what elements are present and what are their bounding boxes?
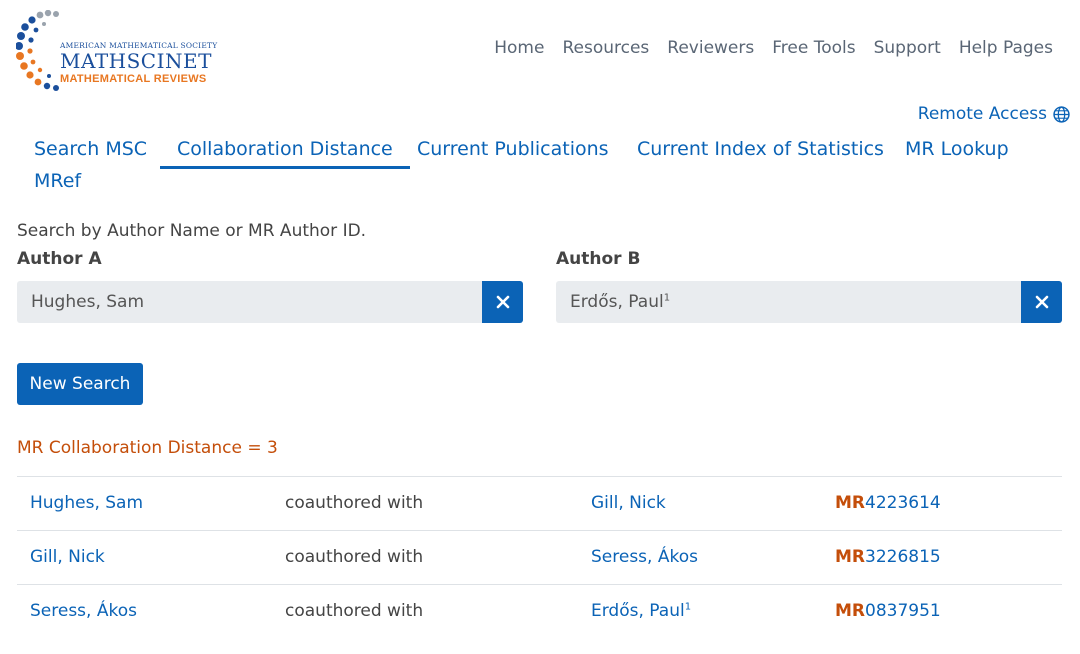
author-b-superscript: 1 (663, 292, 671, 304)
author-a-value: Hughes, Sam (31, 292, 145, 312)
nav-help-pages[interactable]: Help Pages (959, 38, 1053, 58)
tab-current-publications[interactable]: Current Publications (417, 138, 609, 166)
author-link[interactable]: Seress, Ákos (30, 601, 137, 621)
coauthor-name: Erdős, Paul (591, 601, 685, 621)
mr-number-link[interactable]: MR0837951 (835, 601, 941, 621)
mr-prefix: MR (835, 601, 866, 621)
coauthor-name: Gill, Nick (591, 493, 666, 513)
relation-text: coauthored with (285, 493, 424, 513)
relation-text: coauthored with (285, 601, 424, 621)
table-row: Hughes, Sam coauthored with Gill, Nick M… (17, 476, 1062, 530)
tab-collaboration-distance[interactable]: Collaboration Distance (160, 138, 410, 169)
author-link[interactable]: Gill, Nick (30, 547, 105, 567)
tab-mref[interactable]: MRef (34, 170, 81, 198)
author-b-value: Erdős, Paul (570, 292, 664, 312)
nav-free-tools[interactable]: Free Tools (772, 38, 855, 58)
mathscinet-logo[interactable]: AMERICAN MATHEMATICAL SOCIETY MATHSCINET… (16, 10, 217, 92)
clear-author-a-button[interactable] (482, 281, 523, 323)
coauthor-link[interactable]: Seress, Ákos (591, 547, 698, 567)
coauthor-name: Seress, Ákos (591, 547, 698, 567)
close-icon (496, 295, 509, 309)
mr-number-link[interactable]: MR4223614 (835, 493, 941, 513)
search-hint: Search by Author Name or MR Author ID. (17, 221, 367, 241)
mr-number: 4223614 (865, 493, 941, 513)
nav-resources[interactable]: Resources (562, 38, 649, 58)
logo-dots-icon (16, 10, 59, 91)
mr-number-link[interactable]: MR3226815 (835, 547, 941, 567)
clear-author-b-button[interactable] (1021, 281, 1062, 323)
author-link[interactable]: Hughes, Sam (30, 493, 143, 513)
tab-mr-lookup[interactable]: MR Lookup (905, 138, 1009, 166)
close-icon (1035, 295, 1048, 309)
nav-home[interactable]: Home (494, 38, 544, 58)
remote-access-label: Remote Access (917, 104, 1047, 124)
mr-prefix: MR (835, 493, 866, 513)
mr-number: 3226815 (865, 547, 941, 567)
author-b-value-wrap: Erdős, Paul1 (570, 292, 670, 312)
nav-reviewers[interactable]: Reviewers (667, 38, 754, 58)
tab-current-index-of-statistics[interactable]: Current Index of Statistics (637, 138, 884, 166)
coauthor-superscript: 1 (684, 601, 692, 613)
mr-number: 0837951 (865, 601, 941, 621)
table-row: Gill, Nick coauthored with Seress, Ákos … (17, 530, 1062, 584)
author-b-field[interactable]: Erdős, Paul1 (556, 281, 1021, 323)
author-b-label: Author B (556, 249, 641, 269)
coauthor-link[interactable]: Erdős, Paul1 (591, 601, 691, 621)
relation-text: coauthored with (285, 547, 424, 567)
author-a-label: Author A (17, 249, 102, 269)
table-row: Seress, Ákos coauthored with Erdős, Paul… (17, 584, 1062, 638)
new-search-button[interactable]: New Search (17, 363, 143, 405)
collaboration-path-table: Hughes, Sam coauthored with Gill, Nick M… (17, 476, 1062, 638)
top-navigation: Home Resources Reviewers Free Tools Supp… (476, 38, 1053, 58)
tab-search-msc[interactable]: Search MSC (34, 138, 147, 166)
mr-prefix: MR (835, 547, 866, 567)
logo-subtitle: MATHEMATICAL REVIEWS (60, 73, 207, 85)
remote-access-link[interactable]: Remote Access (918, 104, 1070, 124)
collaboration-distance-result: MR Collaboration Distance = 3 (17, 438, 278, 458)
coauthor-link[interactable]: Gill, Nick (591, 493, 666, 513)
nav-support[interactable]: Support (874, 38, 941, 58)
globe-icon (1053, 105, 1070, 123)
author-a-field[interactable]: Hughes, Sam (17, 281, 482, 323)
logo-title: MATHSCINET (60, 49, 212, 73)
